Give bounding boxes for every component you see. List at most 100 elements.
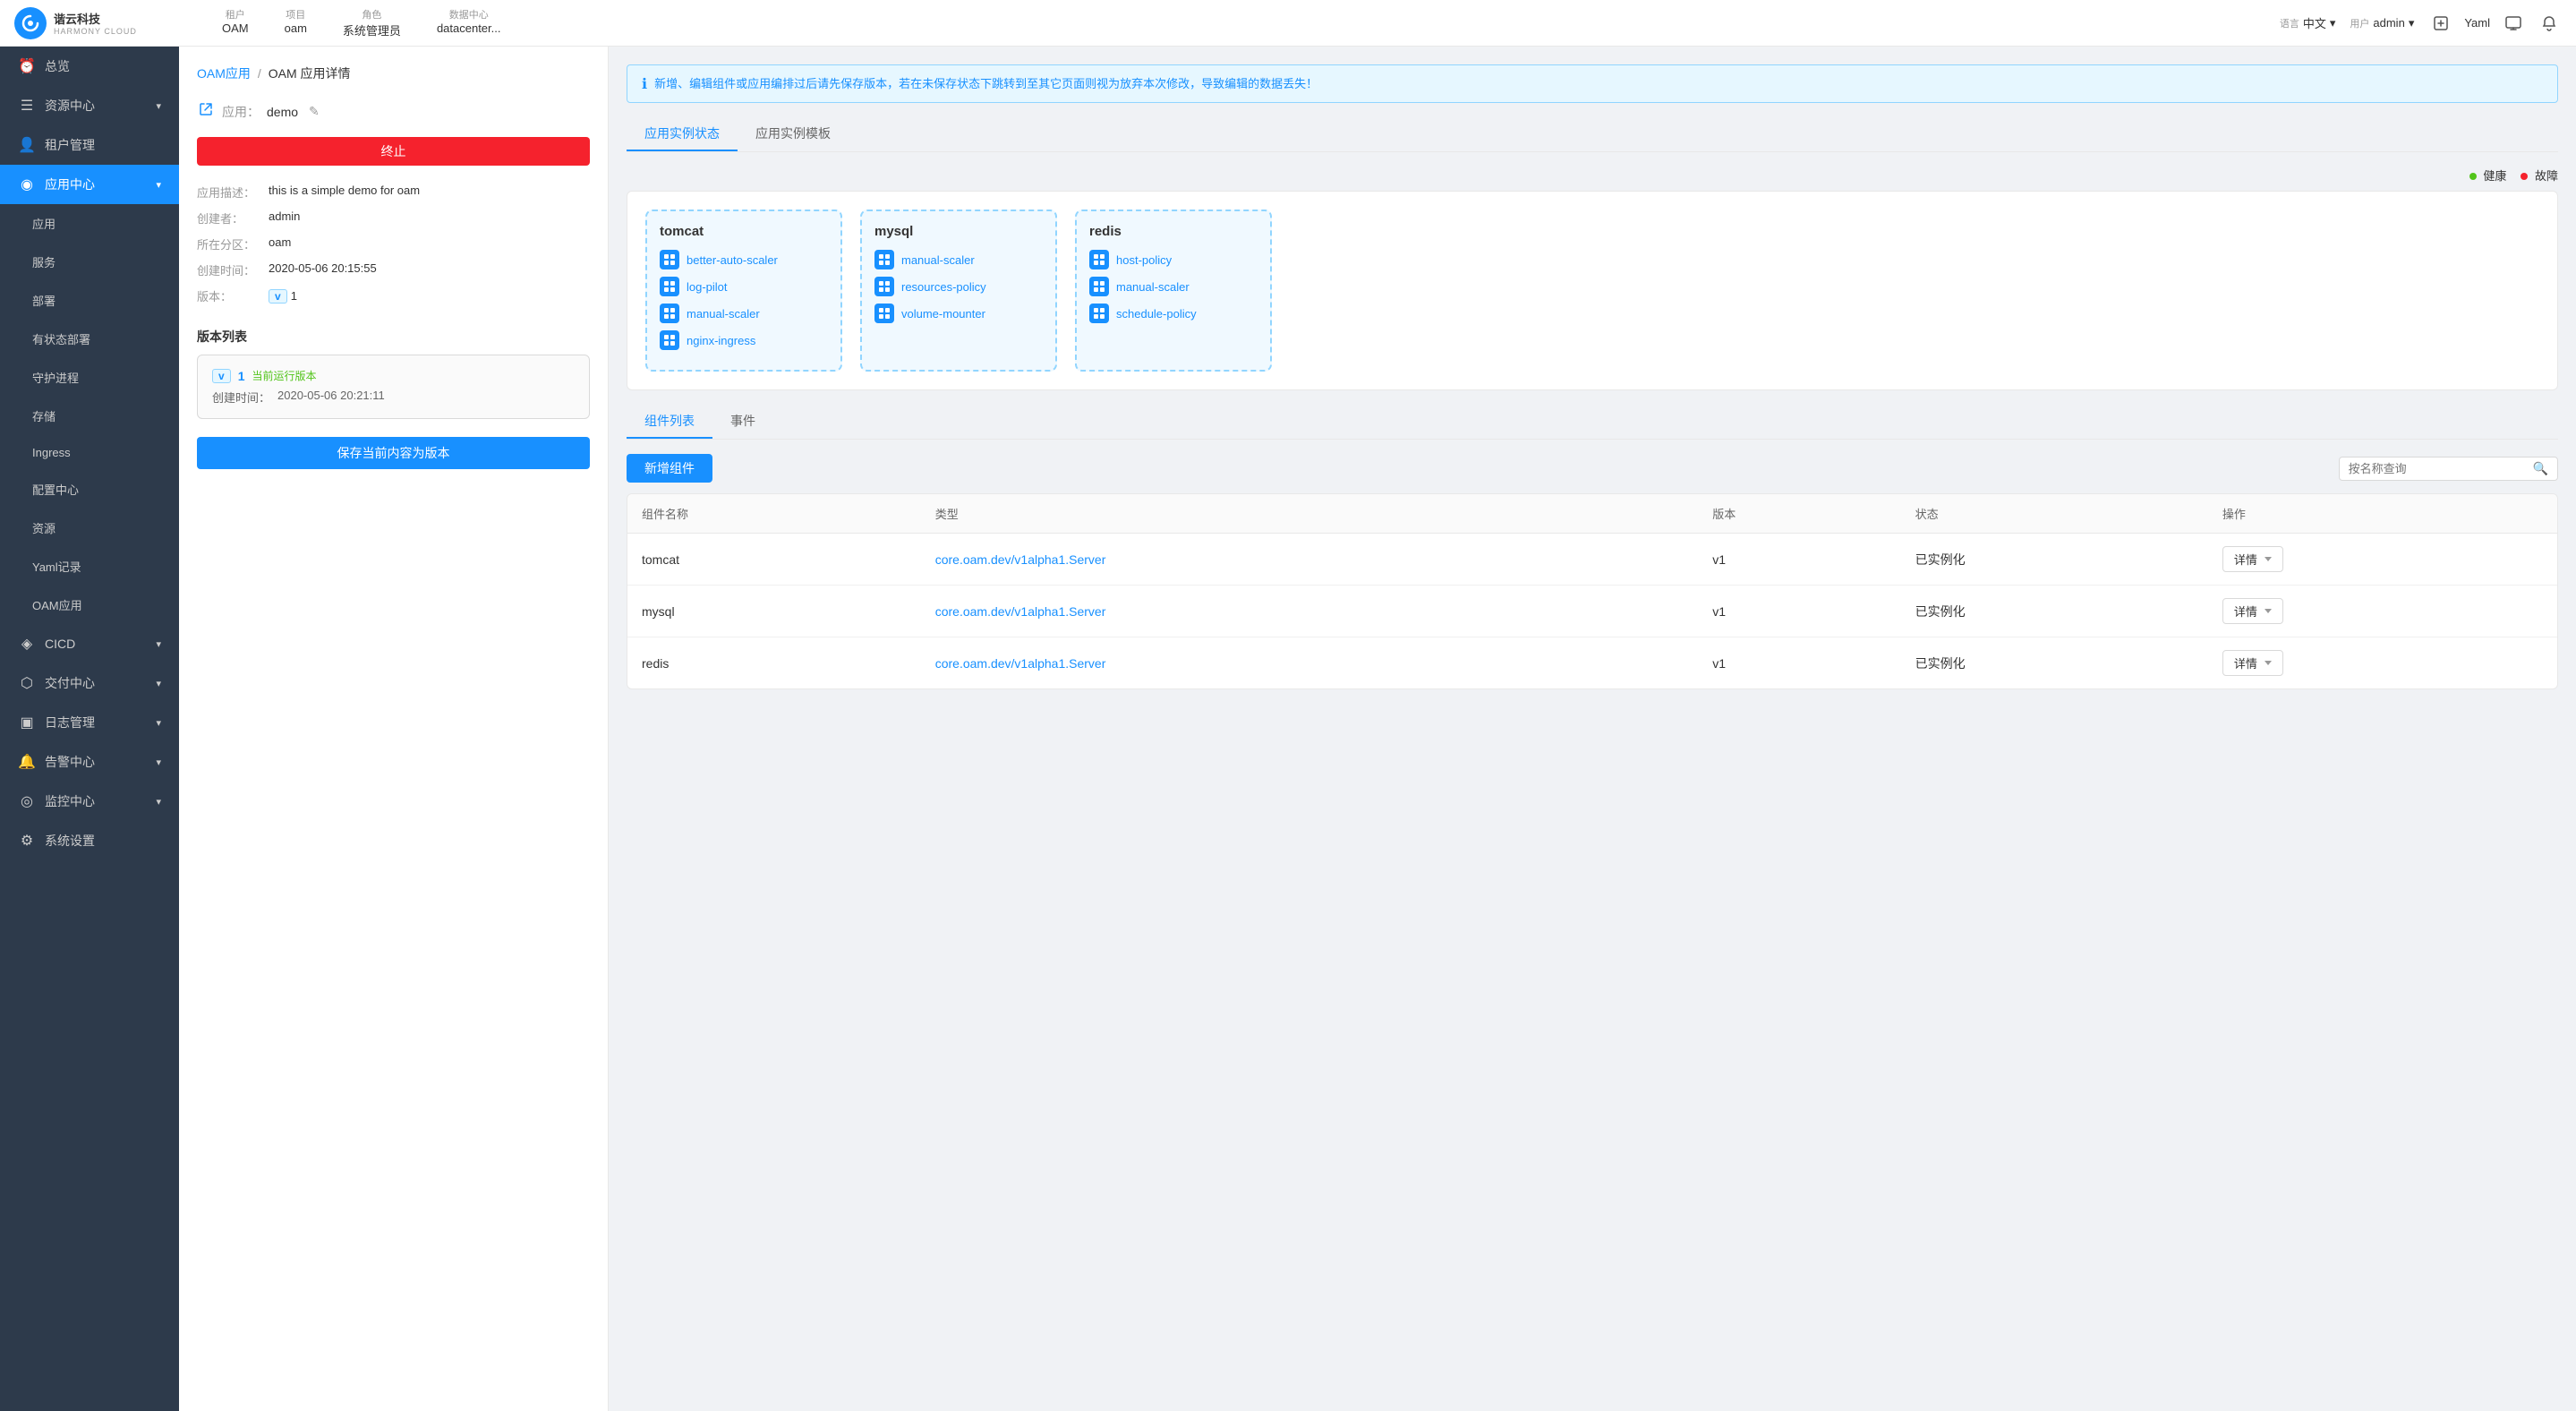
sidebar-item-label: 交付中心 xyxy=(45,674,95,692)
sidebar-item-delivery[interactable]: ⬡ 交付中心 ▾ xyxy=(0,663,179,703)
app-icon: ◉ xyxy=(18,175,36,193)
meta-desc: 应用描述： this is a simple demo for oam xyxy=(197,184,590,201)
search-box[interactable]: 🔍 xyxy=(2339,457,2558,481)
sidebar-item-config[interactable]: 配置中心 xyxy=(0,470,179,509)
sidebar-item-label: 配置中心 xyxy=(32,481,79,498)
sidebar-item-label: OAM应用 xyxy=(32,596,82,613)
sidebar-item-service[interactable]: 服务 xyxy=(0,243,179,281)
alert-banner: ℹ 新增、编辑组件或应用编排过后请先保存版本，若在未保存状态下跳转到至其它页面则… xyxy=(627,64,2558,103)
component-icon xyxy=(660,304,679,323)
topology-area: tomcat better-auto-scaler log-pilot xyxy=(627,191,2558,390)
sidebar-item-tenant[interactable]: 👤 租户管理 xyxy=(0,125,179,165)
dropdown-chevron xyxy=(2265,609,2272,613)
component-table: 组件名称 类型 版本 状态 操作 tomcat core.oam.dev/v1a… xyxy=(627,494,2557,688)
detail-button[interactable]: 详情 xyxy=(2222,598,2283,624)
sidebar-item-monitor[interactable]: ◎ 监控中心 ▾ xyxy=(0,782,179,821)
topo-item[interactable]: schedule-policy xyxy=(1089,304,1258,323)
meta-creator: 创建者： admin xyxy=(197,210,590,227)
sidebar-item-resources[interactable]: ☰ 资源中心 ▾ xyxy=(0,86,179,125)
sidebar-item-appcenter[interactable]: ◉ 应用中心 ▾ xyxy=(0,165,179,204)
topo-item[interactable]: nginx-ingress xyxy=(660,330,828,350)
component-icon xyxy=(660,277,679,296)
version-display: v 1 xyxy=(269,287,297,304)
topo-item[interactable]: better-auto-scaler xyxy=(660,250,828,269)
search-input[interactable] xyxy=(2349,462,2528,475)
sidebar-item-app[interactable]: 应用 xyxy=(0,204,179,243)
alert-icon: 🔔 xyxy=(18,753,36,771)
sidebar-item-stateful[interactable]: 有状态部署 xyxy=(0,320,179,358)
sidebar-item-label: 总览 xyxy=(45,57,70,75)
cell-action: 详情 xyxy=(2208,586,2557,637)
cell-type[interactable]: core.oam.dev/v1alpha1.Server xyxy=(921,586,1699,637)
component-icon xyxy=(660,330,679,350)
component-tabs: 组件列表 事件 xyxy=(627,405,2558,440)
topo-item[interactable]: resources-policy xyxy=(874,277,1043,296)
topo-item[interactable]: manual-scaler xyxy=(660,304,828,323)
healthy-dot xyxy=(2469,173,2477,180)
cell-type[interactable]: core.oam.dev/v1alpha1.Server xyxy=(921,534,1699,586)
topo-node-mysql: mysql manual-scaler resources-policy xyxy=(860,210,1057,372)
col-name: 组件名称 xyxy=(627,494,921,534)
sidebar-item-resource[interactable]: 资源 xyxy=(0,509,179,547)
sidebar-item-daemon[interactable]: 守护进程 xyxy=(0,358,179,397)
topbar: 谐云科技 HARMONY CLOUD 租户 OAM 项目 oam 角色 系统管理… xyxy=(0,0,2576,47)
sidebar-item-ingress[interactable]: Ingress xyxy=(0,435,179,470)
topbar-right: 语言 中文 ▾ 用户 admin ▾ Yaml xyxy=(2280,11,2562,36)
save-version-button[interactable]: 保存当前内容为版本 xyxy=(197,437,590,469)
topo-item[interactable]: host-policy xyxy=(1089,250,1258,269)
sidebar-item-yaml[interactable]: Yaml记录 xyxy=(0,547,179,586)
tab-instance-status[interactable]: 应用实例状态 xyxy=(627,117,738,151)
app-label: 应用： xyxy=(222,103,260,121)
tenant-icon: 👤 xyxy=(18,136,36,154)
monitor-icon[interactable] xyxy=(2501,11,2526,36)
component-table-container: 组件名称 类型 版本 状态 操作 tomcat core.oam.dev/v1a… xyxy=(627,493,2558,689)
stop-button[interactable]: 终止 xyxy=(197,137,590,166)
topo-item[interactable]: manual-scaler xyxy=(874,250,1043,269)
component-icon xyxy=(874,250,894,269)
sidebar-item-label: 部署 xyxy=(32,292,55,309)
version-section-title: 版本列表 xyxy=(197,328,590,346)
detail-button[interactable]: 详情 xyxy=(2222,650,2283,676)
app-title-row: 应用： demo ✎ xyxy=(197,100,590,123)
sidebar-item-cicd[interactable]: ◈ CICD ▾ xyxy=(0,624,179,663)
topbar-user-selector[interactable]: 用户 admin ▾ xyxy=(2350,16,2414,30)
sidebar-item-log[interactable]: ▣ 日志管理 ▾ xyxy=(0,703,179,742)
tab-events[interactable]: 事件 xyxy=(712,405,773,439)
col-type: 类型 xyxy=(921,494,1699,534)
col-status: 状态 xyxy=(1901,494,2208,534)
main-layout: ⏰ 总览 ☰ 资源中心 ▾ 👤 租户管理 ◉ 应用中心 ▾ 应用 服务 部署 有… xyxy=(0,47,2576,1411)
cell-type[interactable]: core.oam.dev/v1alpha1.Server xyxy=(921,637,1699,689)
cell-name: tomcat xyxy=(627,534,921,586)
breadcrumb-link[interactable]: OAM应用 xyxy=(197,64,251,82)
arrow-icon: ▾ xyxy=(156,717,161,729)
cell-status: 已实例化 xyxy=(1901,586,2208,637)
sidebar-item-deploy[interactable]: 部署 xyxy=(0,281,179,320)
sidebar-item-alert[interactable]: 🔔 告警中心 ▾ xyxy=(0,742,179,782)
topbar-project: 项目 oam xyxy=(285,7,307,38)
sidebar-item-overview[interactable]: ⏰ 总览 xyxy=(0,47,179,86)
dropdown-chevron xyxy=(2265,661,2272,665)
tab-component-list[interactable]: 组件列表 xyxy=(627,405,712,439)
tab-instance-template[interactable]: 应用实例模板 xyxy=(738,117,849,151)
detail-button[interactable]: 详情 xyxy=(2222,546,2283,572)
topo-item[interactable]: volume-mounter xyxy=(874,304,1043,323)
topo-item[interactable]: manual-scaler xyxy=(1089,277,1258,296)
dropdown-chevron xyxy=(2265,557,2272,561)
arrow-icon: ▾ xyxy=(156,179,161,191)
export-icon[interactable] xyxy=(2428,11,2453,36)
component-icon xyxy=(874,304,894,323)
table-row: tomcat core.oam.dev/v1alpha1.Server v1 已… xyxy=(627,534,2557,586)
add-component-button[interactable]: 新增组件 xyxy=(627,454,712,483)
topo-node-title: tomcat xyxy=(660,224,828,239)
edit-icon[interactable]: ✎ xyxy=(309,104,320,119)
legend-error: 故障 xyxy=(2521,167,2558,184)
sidebar-item-label: 资源中心 xyxy=(45,97,95,115)
sidebar-item-label: 守护进程 xyxy=(32,369,79,386)
sidebar-item-oam[interactable]: OAM应用 xyxy=(0,586,179,624)
bell-icon[interactable] xyxy=(2537,11,2562,36)
sidebar-item-sysconfig[interactable]: ⚙ 系统设置 xyxy=(0,821,179,860)
sidebar: ⏰ 总览 ☰ 资源中心 ▾ 👤 租户管理 ◉ 应用中心 ▾ 应用 服务 部署 有… xyxy=(0,47,179,1411)
topbar-lang-selector[interactable]: 语言 中文 ▾ xyxy=(2280,14,2336,31)
topo-item[interactable]: log-pilot xyxy=(660,277,828,296)
sidebar-item-storage[interactable]: 存储 xyxy=(0,397,179,435)
